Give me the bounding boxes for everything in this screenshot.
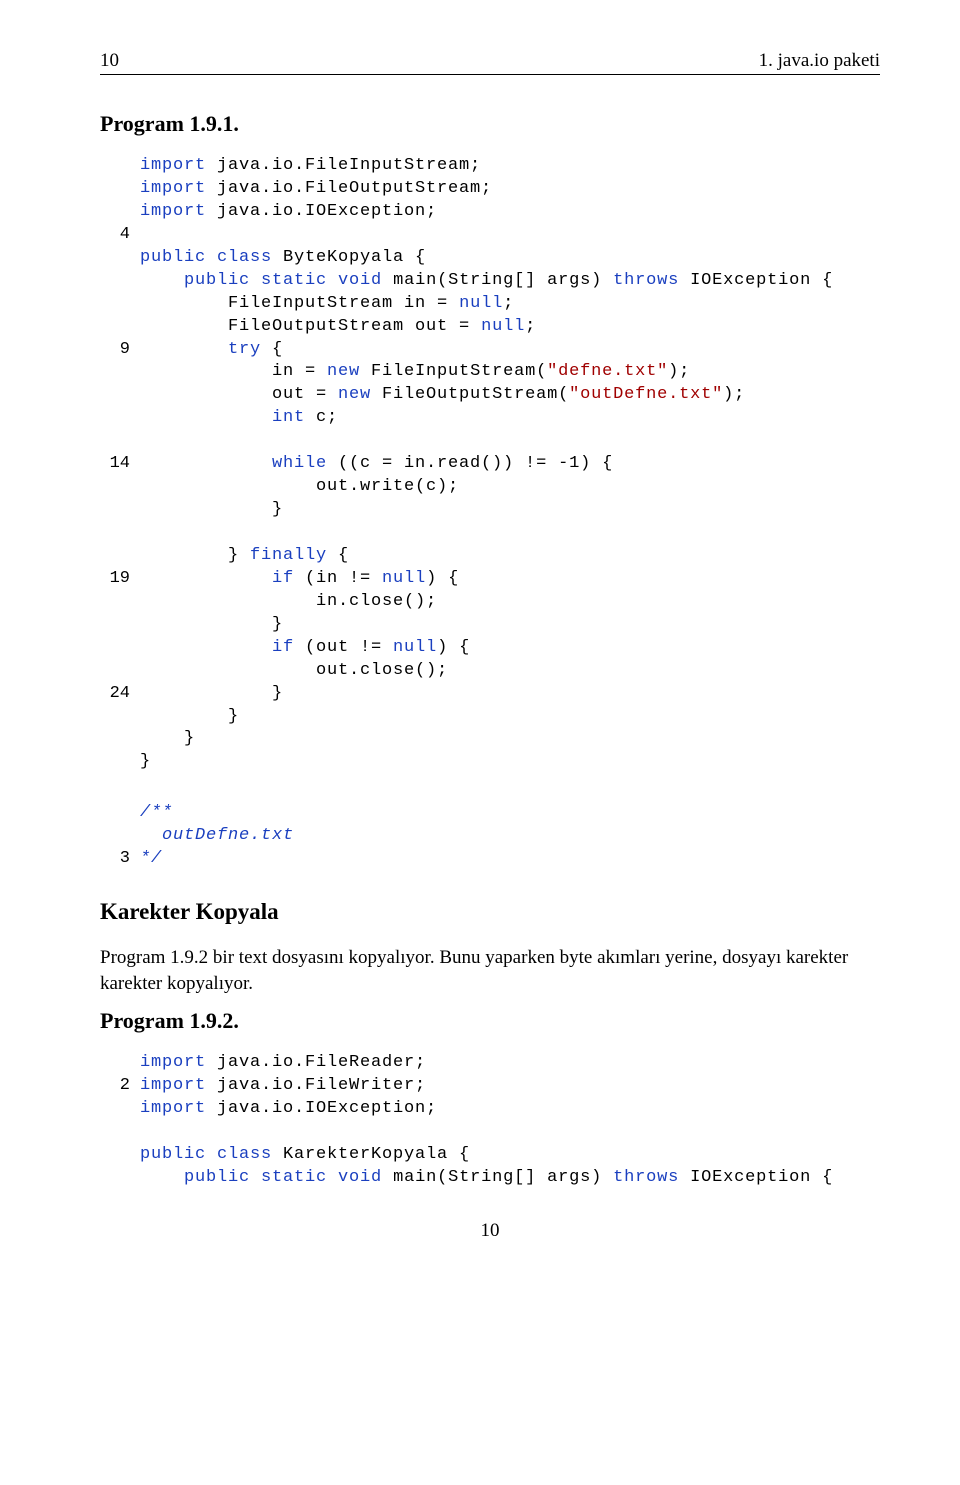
line-number: 24 [100,683,130,706]
code-listing-2: /** outDefne.txt 3*/ [100,802,880,871]
header-section: 1. java.io paketi [759,50,880,72]
page-header: 10 1. java.io paketi [100,50,880,75]
line-number: 4 [100,224,130,247]
page: 10 1. java.io paketi Program 1.9.1. impo… [0,0,960,1282]
paragraph: Program 1.9.2 bir text dosyasını kopyalı… [100,945,880,996]
footer-page-number: 10 [100,1220,880,1242]
line-number: 19 [100,568,130,591]
line-number: 14 [100,453,130,476]
line-number: 2 [100,1075,130,1098]
code-listing-1: import java.io.FileInputStream; import j… [100,155,880,774]
program-title-1: Program 1.9.1. [100,111,880,137]
header-page-num: 10 [100,50,119,72]
code-listing-3: import java.io.FileReader; 2import java.… [100,1052,880,1190]
section-heading: Karekter Kopyala [100,899,880,925]
program-title-2: Program 1.9.2. [100,1008,880,1034]
line-number: 3 [100,848,130,871]
line-number: 9 [100,339,130,362]
